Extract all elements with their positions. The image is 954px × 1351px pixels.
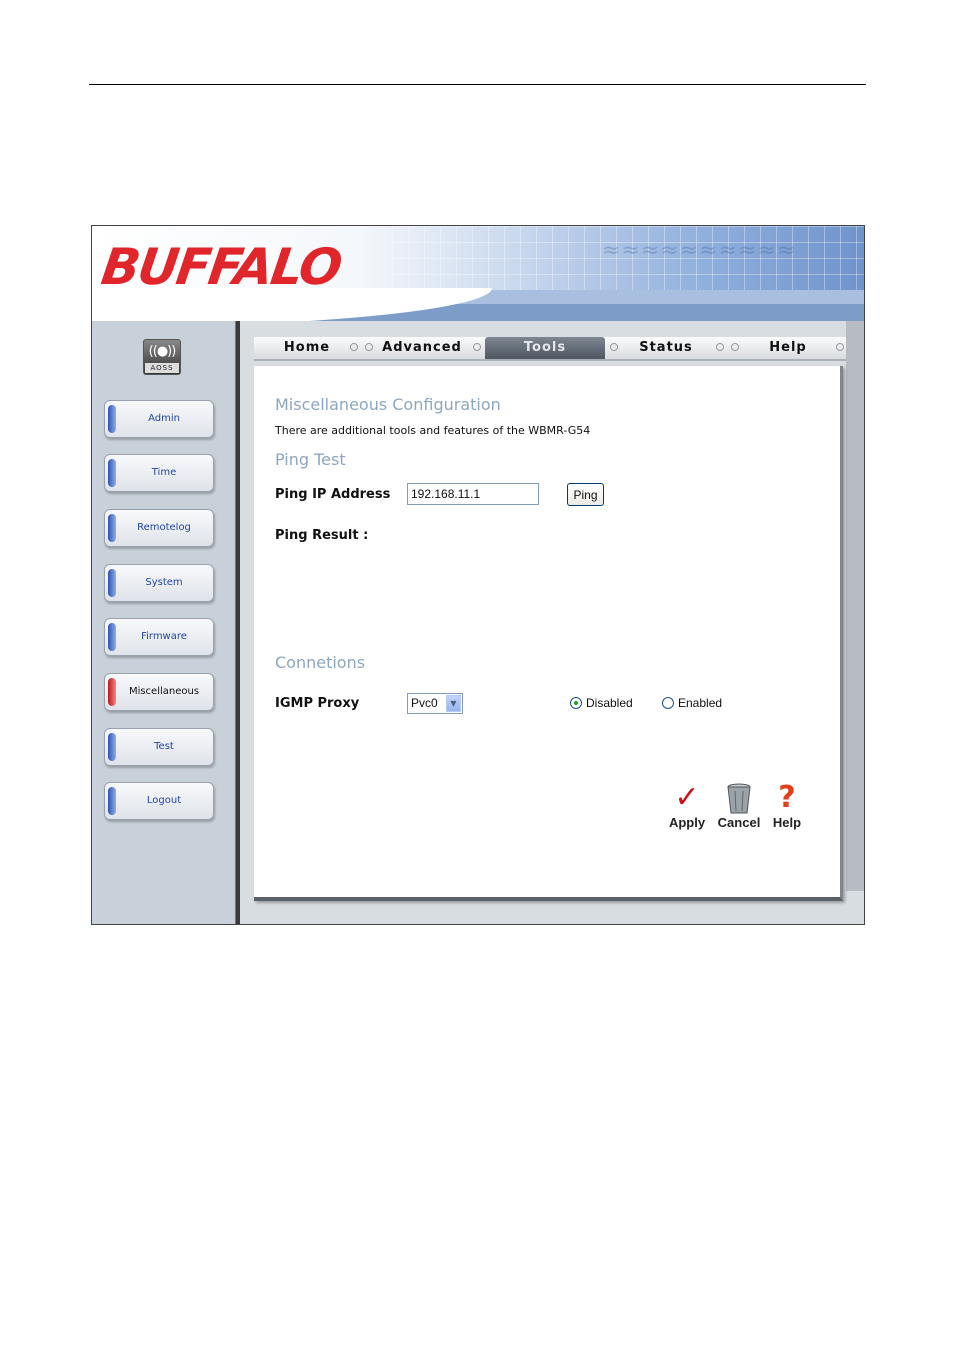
sidebar-divider [235, 321, 240, 924]
cancel-label: Cancel [717, 815, 761, 830]
router-admin-window: ≈≈≈≈≈≈≈≈≈≈ BUFFALO ((●)) AOSS Admin Time… [91, 225, 865, 925]
sidebar-item-knob [108, 623, 116, 651]
trash-can-svg [727, 783, 751, 814]
tab-separator-icon [836, 343, 844, 351]
sidebar-item-label: System [145, 577, 183, 588]
sidebar-item-label: Remotelog [137, 522, 191, 533]
page-top-rule [89, 84, 866, 85]
sidebar-item-remotelog[interactable]: Remotelog [104, 509, 214, 547]
sidebar-item-firmware[interactable]: Firmware [104, 618, 214, 656]
radio-selected-dot [574, 701, 578, 705]
header-banner: ≈≈≈≈≈≈≈≈≈≈ BUFFALO [92, 226, 864, 321]
sidebar-item-knob [108, 405, 116, 433]
tab-help[interactable]: Help [738, 337, 838, 359]
sidebar-item-knob [108, 678, 116, 706]
sidebar-item-label: Test [154, 741, 174, 752]
help-button[interactable]: ? Help [764, 781, 810, 831]
aoss-label: AOSS [145, 363, 179, 373]
igmp-enabled-radio[interactable] [662, 697, 674, 709]
chevron-down-icon[interactable]: ▼ [446, 695, 461, 712]
sidebar-item-knob [108, 514, 116, 542]
buffalo-logo: BUFFALO [97, 238, 344, 296]
sidebar-item-knob [108, 569, 116, 597]
trash-can-icon [716, 781, 762, 815]
tab-separator-icon [716, 343, 724, 351]
question-mark-icon: ? [778, 780, 796, 815]
sidebar-item-knob [108, 459, 116, 487]
tab-tools[interactable]: Tools [485, 337, 605, 359]
igmp-disabled-label: Disabled [586, 696, 633, 710]
connections-title: Connetions [275, 653, 366, 672]
sidebar-item-knob [108, 787, 116, 815]
igmp-proxy-label: IGMP Proxy [275, 696, 360, 711]
ping-ip-input[interactable] [407, 483, 539, 505]
misc-config-title: Miscellaneous Configuration [275, 395, 501, 414]
apply-button[interactable]: ✓ Apply [664, 781, 710, 831]
ping-ip-label: Ping IP Address [275, 487, 391, 502]
sidebar-item-logout[interactable]: Logout [104, 782, 214, 820]
misc-config-description: There are additional tools and features … [275, 424, 591, 437]
tab-separator-icon [473, 343, 481, 351]
sidebar-item-knob [108, 733, 116, 761]
cancel-button[interactable]: Cancel [716, 781, 762, 831]
igmp-enabled-label: Enabled [678, 696, 723, 710]
tab-separator-icon [350, 343, 358, 351]
ping-button[interactable]: Ping [567, 483, 604, 506]
aoss-icon: ((●)) [148, 344, 177, 359]
sidebar-item-miscellaneous[interactable]: Miscellaneous [104, 673, 214, 711]
header-decorative-script: ≈≈≈≈≈≈≈≈≈≈ [602, 238, 797, 263]
sidebar-item-label: Logout [146, 795, 182, 806]
sidebar-item-label: Miscellaneous [128, 686, 200, 697]
sidebar-item-label: Admin [148, 413, 180, 424]
tab-home[interactable]: Home [256, 337, 358, 359]
apply-label: Apply [668, 815, 706, 830]
sidebar-item-label: Firmware [141, 631, 187, 642]
sidebar: ((●)) AOSS Admin Time Remotelog System F… [92, 321, 238, 924]
tab-status[interactable]: Status [616, 337, 716, 359]
sidebar-item-test[interactable]: Test [104, 728, 214, 766]
sidebar-item-time[interactable]: Time [104, 454, 214, 492]
ping-result-label: Ping Result : [275, 528, 369, 543]
igmp-pvc-select-value: Pvc0 [411, 696, 438, 710]
sidebar-item-label: Time [151, 467, 177, 478]
ping-test-title: Ping Test [275, 450, 346, 469]
igmp-disabled-radio[interactable] [570, 697, 582, 709]
right-gutter [846, 321, 864, 891]
content-panel: Miscellaneous Configuration There are ad… [254, 366, 843, 901]
aoss-button[interactable]: ((●)) AOSS [143, 339, 181, 375]
help-label: Help [772, 815, 802, 830]
sidebar-item-system[interactable]: System [104, 564, 214, 602]
igmp-pvc-select[interactable]: Pvc0 ▼ [407, 693, 463, 714]
tab-bar: Home Advanced Tools Status Help [254, 337, 846, 361]
sidebar-item-admin[interactable]: Admin [104, 400, 214, 438]
tab-advanced[interactable]: Advanced [372, 337, 472, 359]
checkmark-icon: ✓ [674, 780, 700, 815]
